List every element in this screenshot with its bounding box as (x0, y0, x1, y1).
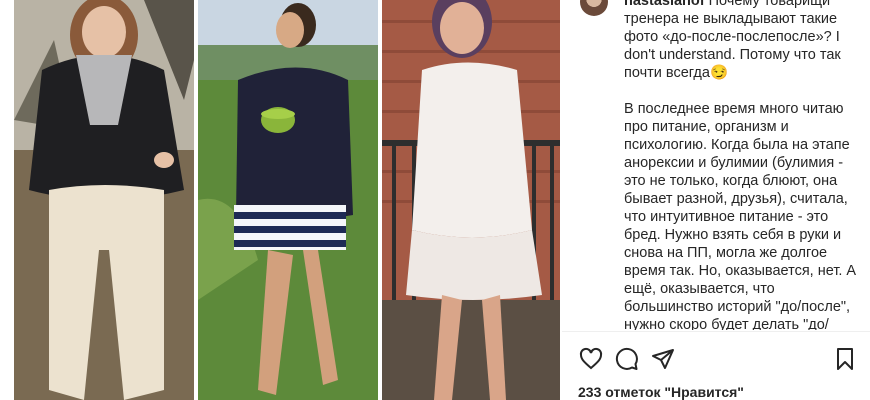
action-bar (578, 346, 858, 374)
share-icon[interactable] (650, 346, 676, 372)
bookmark-icon[interactable] (832, 346, 858, 372)
likes-count[interactable]: 233 отметок "Нравится" (578, 384, 744, 400)
post-side-panel: nastasianof Почему товарищи тренера не в… (562, 0, 870, 400)
caption-text: Почему товарищи тренера не выкладывают т… (624, 0, 857, 330)
caption-area[interactable]: nastasianof Почему товарищи тренера не в… (562, 0, 870, 330)
divider (562, 331, 870, 332)
photo-before (14, 0, 194, 400)
comment-icon[interactable] (614, 346, 640, 372)
heart-icon[interactable] (578, 346, 604, 372)
photo-after (198, 0, 378, 400)
photo-after-after (382, 0, 560, 400)
post-caption: nastasianof Почему товарищи тренера не в… (624, 0, 860, 330)
post-photo-collage[interactable] (0, 0, 560, 400)
avatar[interactable] (580, 0, 608, 16)
username[interactable]: nastasianof (624, 0, 705, 9)
